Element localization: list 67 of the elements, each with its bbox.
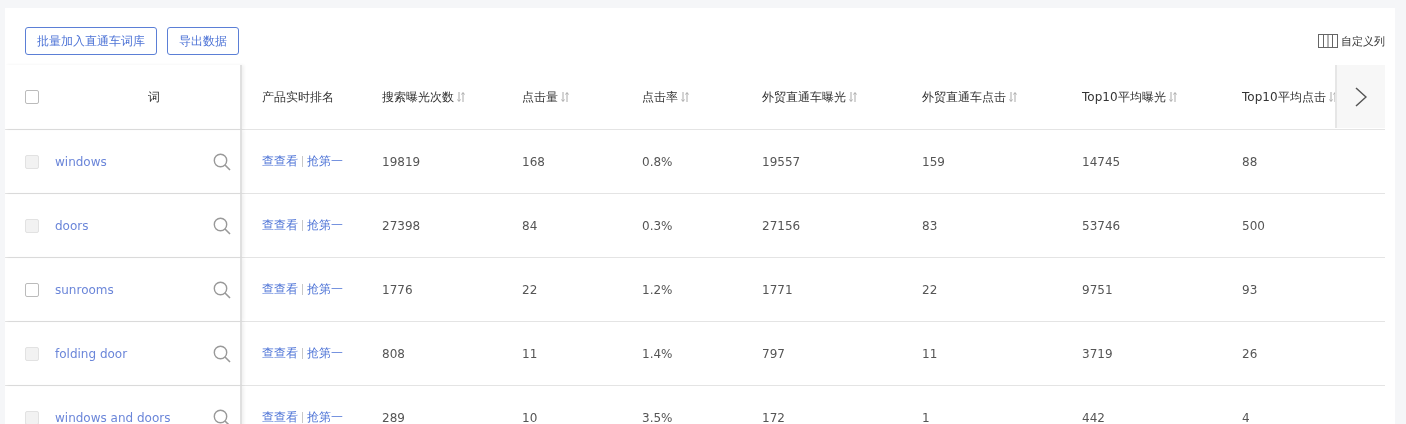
column-header: 词 [148,88,160,106]
toolbar-button[interactable]: 批量加入直通车词库 [25,27,157,55]
table-cell: 27398 [382,218,421,233]
sort-icon[interactable] [1009,91,1017,103]
table-cell: 11 [522,346,538,361]
table-cell: 93 [1242,282,1258,297]
sort-icon[interactable] [561,91,569,103]
search-icon[interactable] [213,344,231,363]
sort-icon[interactable] [457,91,465,103]
table-cell: 3719 [1082,346,1113,361]
table-cell: 168 [522,154,545,169]
sort-icon[interactable] [849,91,857,103]
table-cell: 27156 [762,218,801,233]
sort-icon[interactable] [1168,91,1177,103]
table-cell: 159 [922,154,945,169]
table-cell: 26 [1242,346,1258,361]
table-cell: 1776 [382,282,413,297]
row-checkbox[interactable] [25,282,39,297]
scroll-right-button[interactable] [1335,65,1385,128]
table-cell: 500 [1242,218,1265,233]
table-cell: 1 [922,410,930,424]
table-cell: 172 [762,410,785,424]
column-header[interactable]: 外贸直通车曝光 [762,88,846,106]
search-icon[interactable] [213,280,231,299]
search-icon[interactable] [213,408,231,424]
table-cell: 14745 [1082,154,1121,169]
column-header[interactable]: 点击量 [522,88,558,106]
column-header[interactable]: Top10平均曝光 [1082,88,1166,106]
table-cell: 88 [1242,154,1258,169]
action-link[interactable]: 查查看 [262,281,298,298]
column-header[interactable]: Top10平均点击 [1242,88,1326,106]
table-cell: 808 [382,346,405,361]
column-header: 产品实时排名 [262,88,334,106]
action-link[interactable]: 抢第一 [307,281,343,298]
select-all-checkbox[interactable] [25,90,39,104]
table-cell: 3.5% [642,410,673,424]
table-cell: 19557 [762,154,801,169]
table-cell: 19819 [382,154,421,169]
sort-icon[interactable] [681,91,689,103]
table-cell: 0.8% [642,154,673,169]
toolbar-button[interactable]: 导出数据 [167,27,239,55]
table-cell: 1771 [762,282,793,297]
table-cell: 84 [522,218,538,233]
table-cell: 11 [922,346,938,361]
table-cell: 1.2% [642,282,673,297]
columns-icon[interactable] [1318,34,1338,48]
chevron-right-icon [1355,86,1367,107]
customize-columns-link[interactable]: 自定义列 [1341,33,1385,49]
sort-icon[interactable] [1328,91,1337,103]
table-cell: 797 [762,346,785,361]
table-cell: 4 [1242,410,1250,424]
table-cell: 442 [1082,410,1105,424]
table-cell: 22 [922,282,938,297]
table-cell: 83 [922,218,938,233]
column-header[interactable]: 搜索曝光次数 [382,88,454,106]
table-cell: 289 [382,410,405,424]
table-cell: 10 [522,410,538,424]
table-cell: 0.3% [642,218,673,233]
table-cell: 9751 [1082,282,1113,297]
table-cell: 22 [522,282,538,297]
search-icon[interactable] [213,216,231,235]
search-icon[interactable] [213,152,231,171]
table-cell: 1.4% [642,346,673,361]
column-header[interactable]: 外贸直通车点击 [922,88,1006,106]
keyword-link[interactable]: sunrooms [55,282,213,297]
table-cell: 53746 [1082,218,1121,233]
column-header[interactable]: 点击率 [642,88,678,106]
